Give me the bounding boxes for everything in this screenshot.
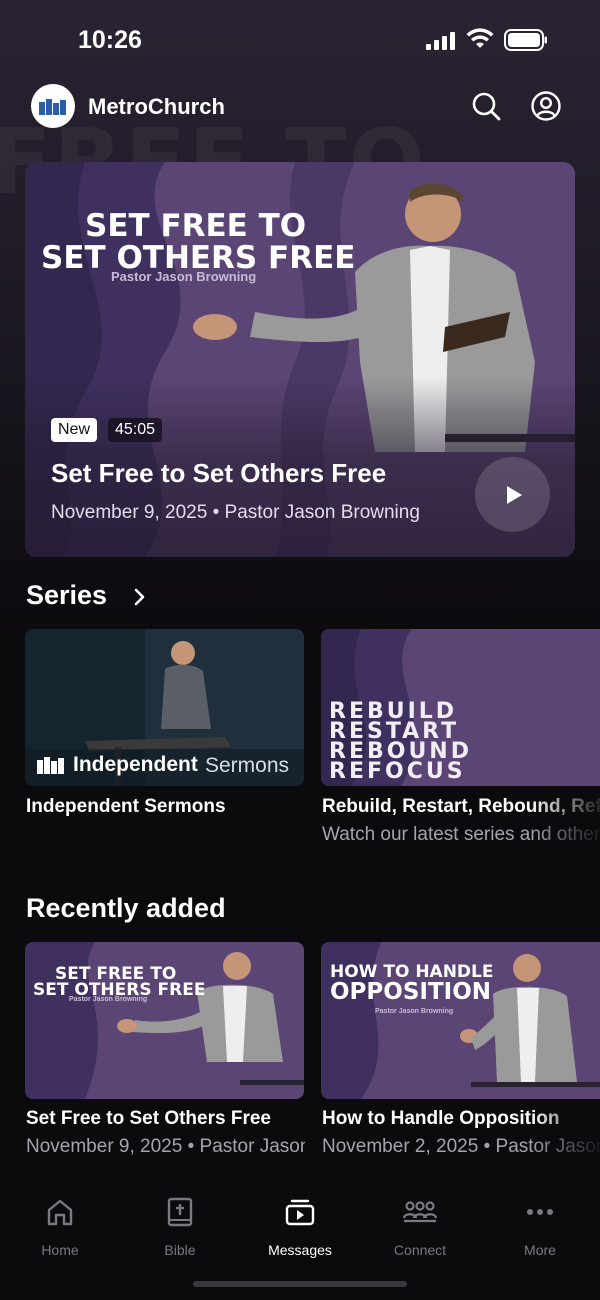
- bible-icon: [167, 1197, 193, 1227]
- wifi-icon: [466, 28, 494, 48]
- tab-bible[interactable]: Bible: [120, 1194, 240, 1264]
- series-art-brand-2: Sermons: [205, 754, 290, 777]
- tab-home-label: Home: [41, 1242, 79, 1258]
- tab-more[interactable]: More: [480, 1194, 600, 1264]
- home-indicator: [193, 1281, 407, 1287]
- recent-art-pastor-opposition: Pastor Jason Browning: [375, 1008, 454, 1015]
- tab-home[interactable]: Home: [0, 1194, 120, 1264]
- recent-meta-set-free: November 9, 2025 • Pastor Jason Browning: [26, 1136, 305, 1157]
- chevron-right-icon[interactable]: [130, 588, 148, 606]
- app-title: MetroChurch: [88, 94, 225, 119]
- tab-more-label: More: [524, 1242, 556, 1258]
- series-art-brand: Independent: [73, 753, 198, 776]
- recently-added-heading: Recently added: [26, 893, 226, 923]
- new-badge: New: [51, 418, 98, 442]
- series-heading[interactable]: Series: [26, 580, 107, 611]
- recent-tile-opposition[interactable]: HOW TO HANDLE OPPOSITION Pastor Jason Br…: [321, 942, 600, 1099]
- play-screen-icon: [285, 1199, 315, 1226]
- tab-bible-label: Bible: [164, 1242, 196, 1258]
- featured-artwork-title-line1: SET FREE TO: [85, 208, 307, 244]
- series-tile-rebuild[interactable]: REBUILD RESTART REBOUND REFOCUS: [321, 629, 600, 786]
- tab-connect[interactable]: Connect: [360, 1194, 480, 1264]
- featured-sermon-card[interactable]: SET FREE TO SET OTHERS FREE Pastor Jason…: [25, 162, 575, 557]
- church-logo[interactable]: [31, 84, 75, 128]
- featured-meta: November 9, 2025 • Pastor Jason Browning: [51, 502, 420, 523]
- duration-badge: 45:05: [108, 418, 163, 442]
- tab-messages[interactable]: Messages: [240, 1194, 360, 1264]
- series-row-fade: [530, 790, 600, 850]
- battery-icon: [504, 29, 547, 51]
- status-time: 10:26: [78, 26, 142, 54]
- recent-title-set-free[interactable]: Set Free to Set Others Free: [26, 1108, 305, 1130]
- more-dots-icon: [527, 1209, 553, 1215]
- search-icon[interactable]: [470, 90, 502, 122]
- home-icon: [47, 1199, 73, 1226]
- recent-art-pastor: Pastor Jason Browning: [69, 996, 148, 1003]
- church-logo-icon: [39, 99, 66, 115]
- person-circle-icon[interactable]: [530, 90, 562, 122]
- status-bar: 10:26: [0, 0, 600, 80]
- featured-artwork-pastor: Pastor Jason Browning: [111, 269, 257, 284]
- recent-row-fade: [530, 1102, 600, 1162]
- app-header: MetroChurch: [0, 82, 600, 132]
- series-title-independent[interactable]: Independent Sermons: [26, 796, 305, 818]
- play-button[interactable]: [475, 457, 550, 532]
- featured-title: Set Free to Set Others Free: [51, 458, 387, 488]
- play-icon: [506, 485, 522, 504]
- tab-messages-label: Messages: [268, 1242, 332, 1258]
- recent-tile-set-free[interactable]: SET FREE TO SET OTHERS FREE Pastor Jason…: [25, 942, 304, 1099]
- group-icon: [402, 1201, 438, 1223]
- cellular-signal-icon: [426, 32, 455, 50]
- recent-art-line2-opposition: OPPOSITION: [330, 979, 491, 1005]
- series-art-line-4: REFOCUS: [329, 759, 466, 784]
- tab-connect-label: Connect: [393, 1242, 447, 1258]
- series-tile-independent[interactable]: Independent Sermons: [25, 629, 304, 786]
